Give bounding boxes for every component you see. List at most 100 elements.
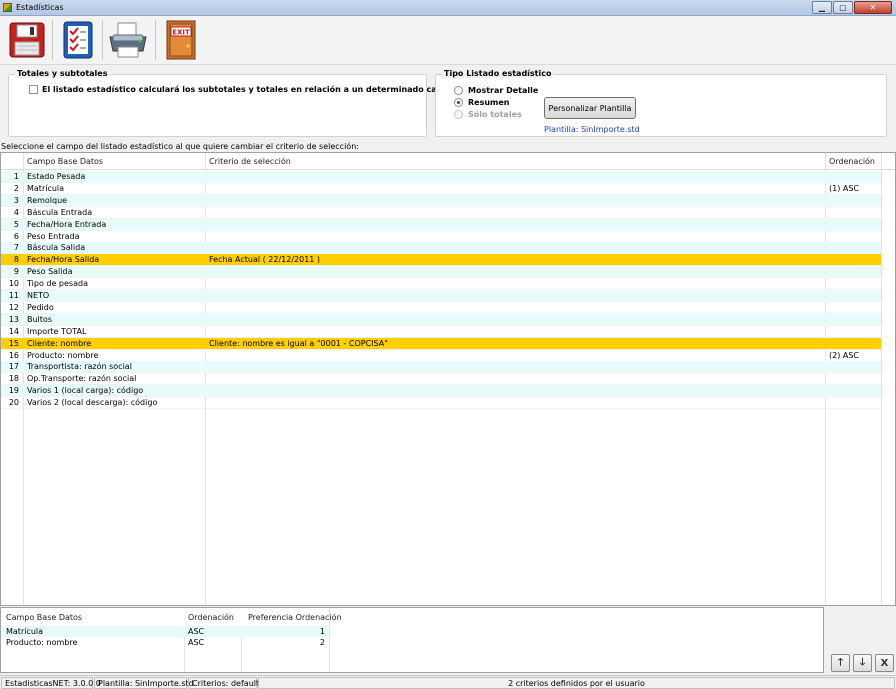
sort-grid-row[interactable]: Matrícula ASC 1: [1, 626, 329, 637]
move-down-button[interactable]: 🡓: [853, 654, 872, 672]
totals-checkbox[interactable]: [29, 85, 38, 94]
row-campo: Matrícula: [27, 183, 65, 193]
sort-grid-row[interactable]: Producto: nombre ASC 2: [1, 637, 329, 648]
row-number: 8: [13, 255, 19, 265]
close-window-button[interactable]: ✕: [854, 1, 892, 14]
grid-row[interactable]: 7 Báscula Salida: [1, 242, 881, 255]
grid-row[interactable]: 2 Matrícula (1) ASC: [1, 183, 881, 195]
criteria-grid-header: Campo Base Datos Criterio de selección O…: [1, 153, 895, 170]
grid-row[interactable]: 9 Peso Salida: [1, 266, 881, 279]
grid-row[interactable]: 11 NETO: [1, 290, 881, 302]
grid-row[interactable]: 15 Cliente: nombre Cliente: nombre es igua…: [1, 337, 881, 350]
save-button[interactable]: [6, 19, 48, 61]
radio-mostrar-detalle-label: Mostrar Detalle: [468, 86, 539, 95]
exit-button[interactable]: EXIT: [160, 19, 202, 61]
row-campo: NETO: [27, 291, 50, 300]
grid-row[interactable]: 5 Fecha/Hora Entrada: [1, 218, 881, 231]
sort-col-pref-header[interactable]: Preferencia Ordenación: [248, 613, 342, 622]
grid-row[interactable]: 13 Bultos: [1, 313, 881, 326]
row-campo: Pedido: [27, 302, 54, 312]
grid-row[interactable]: 3 Remolque: [1, 194, 881, 207]
maximize-button[interactable]: ▢: [833, 1, 853, 14]
grid-row[interactable]: 1 Estado Pesada: [1, 171, 881, 183]
status-message: 2 criterios definidos por el usuario: [258, 677, 895, 689]
arrow-down-icon: 🡓: [859, 656, 866, 668]
status-criterios: Criterios: default: [188, 677, 259, 689]
sort-row-campo: Matrícula: [6, 627, 44, 636]
radio-resumen[interactable]: [454, 98, 463, 107]
row-number: 16: [8, 350, 19, 360]
title-bar: Estadísticas ▁ ▢ ✕: [0, 0, 896, 16]
sort-col-campo-header[interactable]: Campo Base Datos: [6, 613, 82, 622]
row-number: 11: [8, 291, 19, 300]
toolbar: EXIT: [0, 16, 896, 65]
row-campo: Bultos: [27, 314, 52, 324]
col-orden-header[interactable]: Ordenación: [829, 157, 875, 166]
row-campo: Fecha/Hora Entrada: [27, 219, 107, 229]
instruction-text: Seleccione el campo del listado estadíst…: [1, 142, 359, 151]
criteria-button[interactable]: [57, 19, 99, 61]
plantilla-link[interactable]: Plantilla: SinImporte.std: [544, 125, 640, 134]
window-title: Estadísticas: [16, 3, 64, 12]
status-bar: EstadisticasNET: 3.0.0.0 Plantilla: SinI…: [0, 675, 896, 689]
totals-group-title: Totales y subtotales: [15, 69, 110, 78]
row-campo: Varios 2 (local descarga): código: [27, 398, 158, 408]
criteria-grid[interactable]: Campo Base Datos Criterio de selección O…: [0, 152, 896, 606]
sort-col-orden-header[interactable]: Ordenación: [188, 613, 234, 622]
col-criterio-header[interactable]: Criterio de selección: [209, 157, 291, 166]
print-button[interactable]: [107, 19, 149, 61]
row-number: 17: [8, 362, 19, 372]
grid-row[interactable]: 8 Fecha/Hora Salida Fecha Actual ( 22/12/2…: [1, 254, 881, 267]
app-icon: [3, 3, 12, 12]
sort-grid[interactable]: Campo Base Datos Ordenación Preferencia …: [0, 607, 824, 673]
grid-row[interactable]: 17 Transportista: razón social: [1, 361, 881, 374]
printer-icon: [109, 22, 147, 58]
row-number: 9: [13, 267, 19, 277]
row-number: 19: [8, 386, 19, 396]
col-campo-header[interactable]: Campo Base Datos: [27, 157, 103, 166]
row-number: 1: [13, 172, 19, 181]
exit-door-icon: EXIT: [166, 20, 196, 60]
radio-solo-totales: [454, 110, 463, 119]
row-criterio: Cliente: nombre es igual a "0001 - COPCI…: [209, 338, 388, 348]
list-type-group: Tipo Listado estadístico Mostrar Detalle…: [435, 69, 887, 137]
row-number: 3: [13, 195, 19, 205]
row-campo: Cliente: nombre: [27, 338, 92, 348]
row-campo: Báscula Salida: [27, 243, 86, 253]
row-number: 13: [8, 314, 19, 324]
window-controls: ▁ ▢ ✕: [812, 1, 892, 14]
radio-mostrar-detalle[interactable]: [454, 86, 463, 95]
row-orden: (1) ASC: [829, 183, 860, 193]
row-campo: Peso Salida: [27, 267, 73, 277]
grid-row[interactable]: 18 Op.Transporte: razón social: [1, 373, 881, 386]
grid-row[interactable]: 19 Varios 1 (local carga): código: [1, 385, 881, 398]
sort-row-orden: ASC: [188, 638, 205, 647]
grid-row[interactable]: 16 Producto: nombre (2) ASC: [1, 350, 881, 362]
minimize-button[interactable]: ▁: [812, 1, 832, 14]
toolbar-separator: [155, 20, 156, 60]
sort-row-pref: 1: [319, 627, 325, 636]
grid-row[interactable]: 14 Importe TOTAL: [1, 326, 881, 338]
row-campo: Varios 1 (local carga): código: [27, 386, 144, 396]
grid-row[interactable]: 20 Varios 2 (local descarga): código: [1, 397, 881, 410]
remove-sort-button[interactable]: X: [875, 654, 894, 672]
grid-row[interactable]: 6 Peso Entrada: [1, 231, 881, 243]
arrow-up-icon: 🡑: [837, 656, 844, 668]
row-campo: Transportista: razón social: [27, 362, 132, 372]
row-number: 20: [8, 398, 19, 408]
row-number: 18: [8, 374, 19, 384]
grid-row[interactable]: 4 Báscula Entrada: [1, 207, 881, 219]
exit-label: EXIT: [172, 29, 190, 37]
personalizar-plantilla-button[interactable]: Personalizar Plantilla: [544, 97, 636, 119]
row-number: 6: [13, 231, 19, 241]
row-number: 15: [8, 338, 19, 348]
floppy-disk-icon: [9, 22, 45, 58]
grid-row[interactable]: 12 Pedido: [1, 302, 881, 314]
move-up-button[interactable]: 🡑: [831, 654, 850, 672]
row-campo: Fecha/Hora Salida: [27, 255, 100, 265]
toolbar-separator: [52, 20, 53, 60]
row-number: 4: [13, 207, 19, 217]
row-number: 5: [13, 219, 19, 229]
grid-row[interactable]: 10 Tipo de pesada: [1, 278, 881, 291]
sort-row-orden: ASC: [188, 627, 205, 636]
